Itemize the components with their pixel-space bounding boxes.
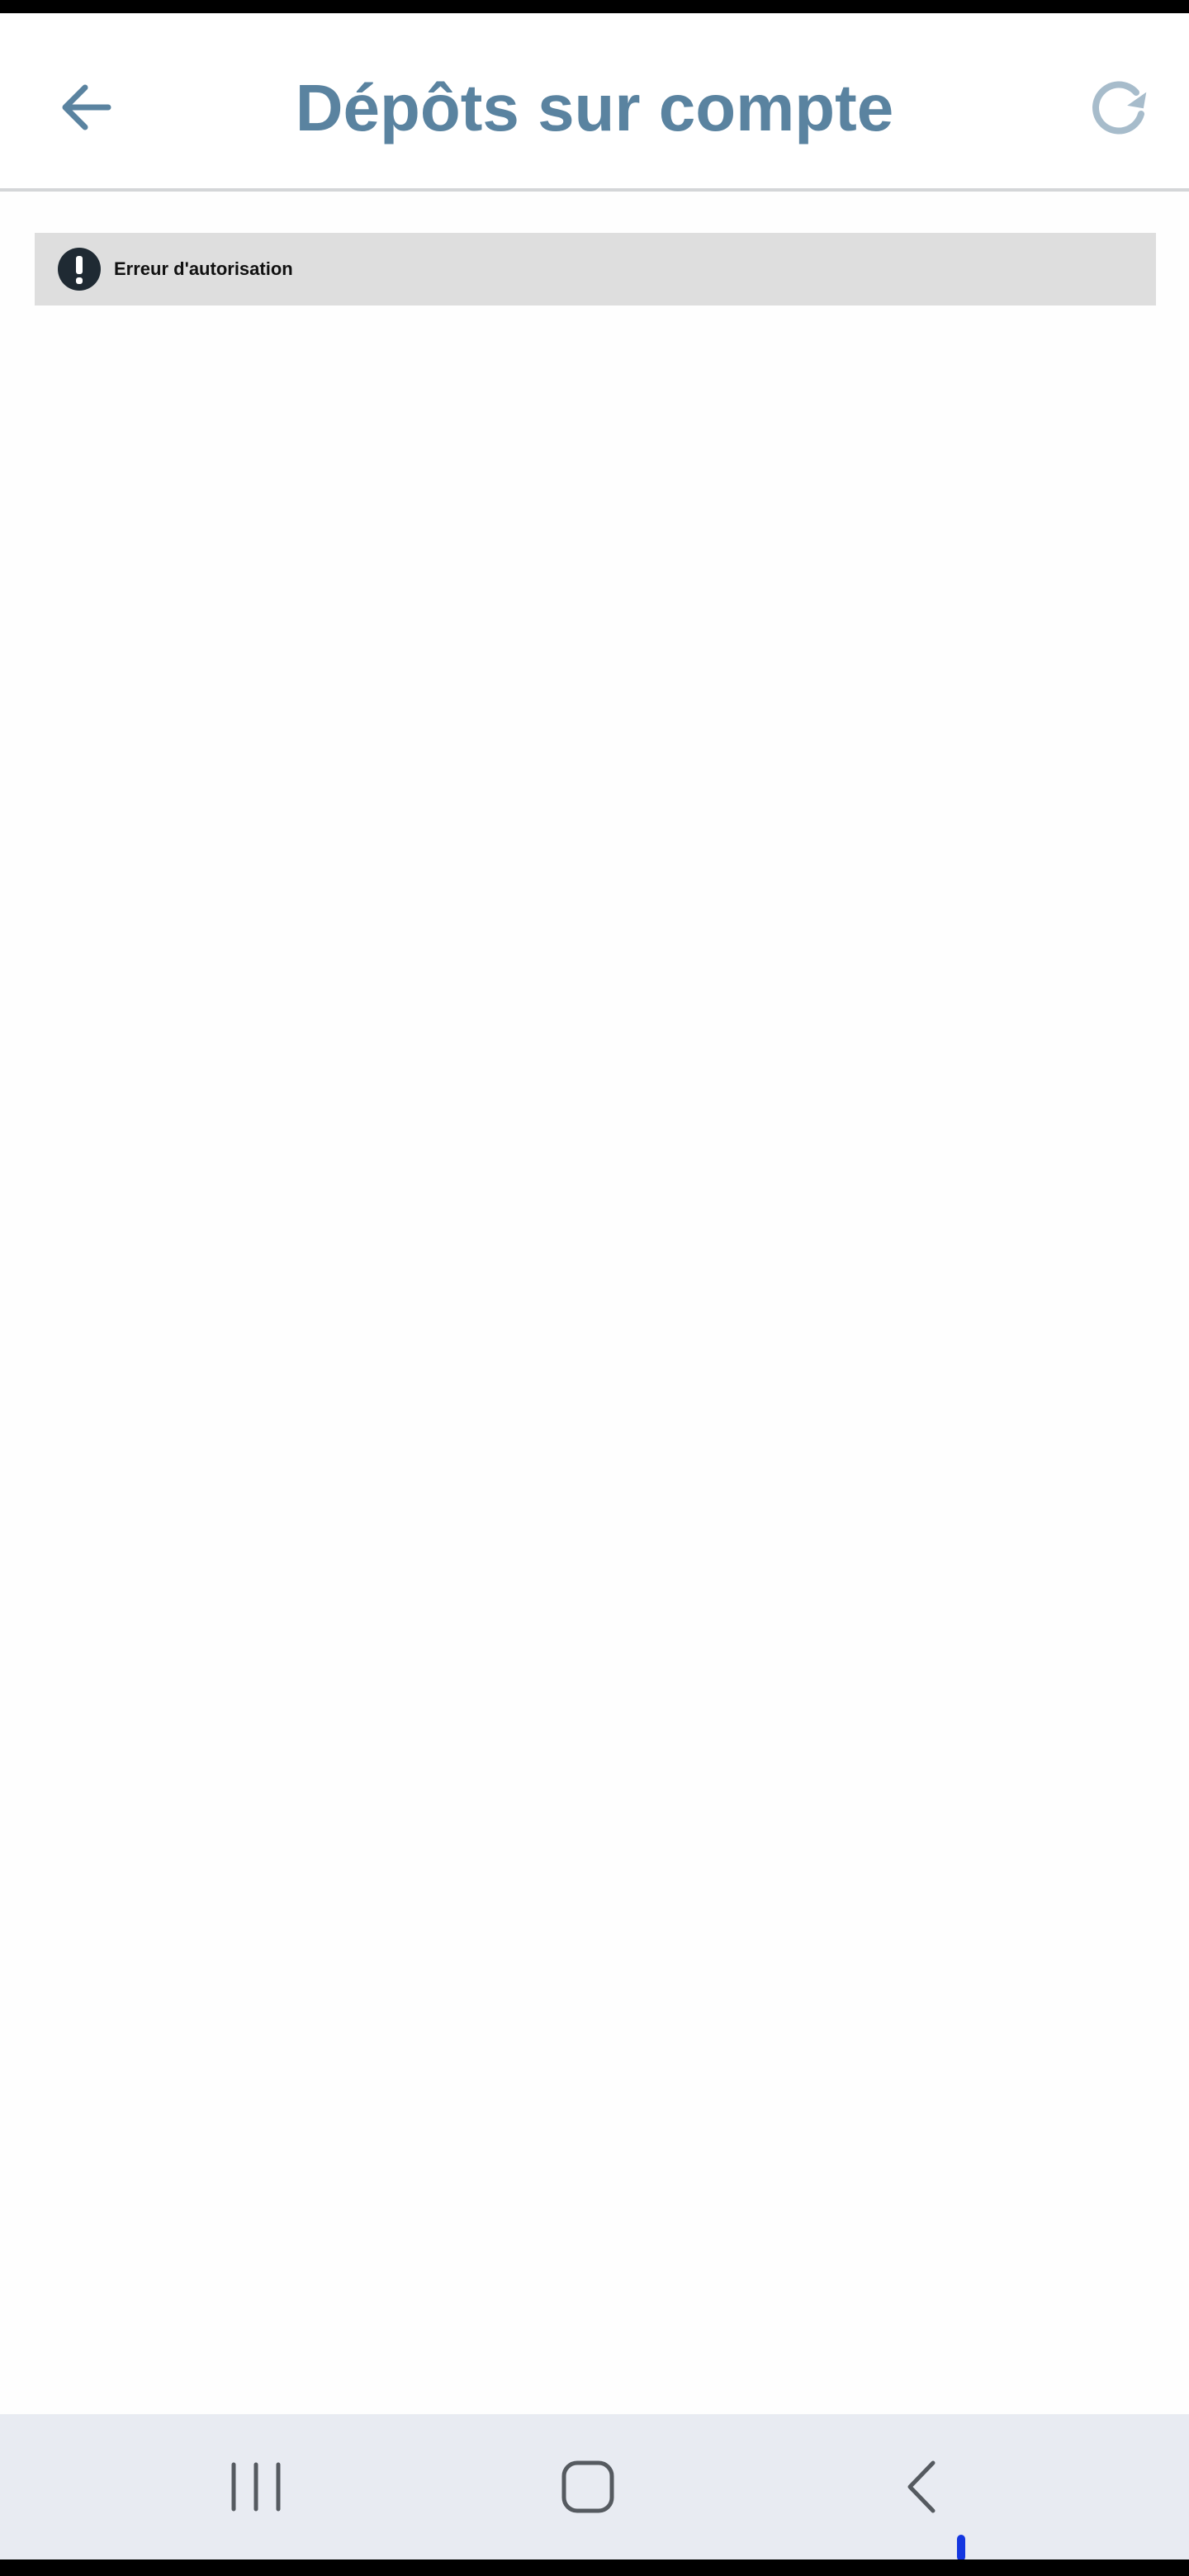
gesture-indicator-mark	[957, 2535, 965, 2561]
recent-apps-icon	[231, 2462, 281, 2512]
error-message: Erreur d'autorisation	[114, 258, 293, 279]
app-screen: Dépôts sur compte Erreur d'autorisation	[0, 0, 1189, 2576]
main-content: Erreur d'autorisation	[0, 192, 1189, 2414]
back-button[interactable]	[46, 68, 126, 147]
refresh-button[interactable]	[1080, 68, 1159, 147]
home-icon	[561, 2460, 614, 2513]
page-title: Dépôts sur compte	[295, 71, 894, 144]
system-navigation-bar	[0, 2414, 1189, 2559]
gesture-indicator	[957, 2404, 965, 2561]
bottom-edge	[0, 2559, 1189, 2576]
back-chevron-icon	[907, 2460, 936, 2513]
app-bar: Dépôts sur compte	[0, 13, 1189, 192]
refresh-icon	[1092, 81, 1147, 135]
error-banner: Erreur d'autorisation	[35, 233, 1156, 305]
arrow-left-icon	[62, 84, 111, 130]
home-button[interactable]	[538, 2447, 637, 2526]
status-bar	[0, 0, 1189, 13]
exclamation-circle-icon	[58, 248, 101, 291]
recent-apps-button[interactable]	[206, 2447, 306, 2526]
